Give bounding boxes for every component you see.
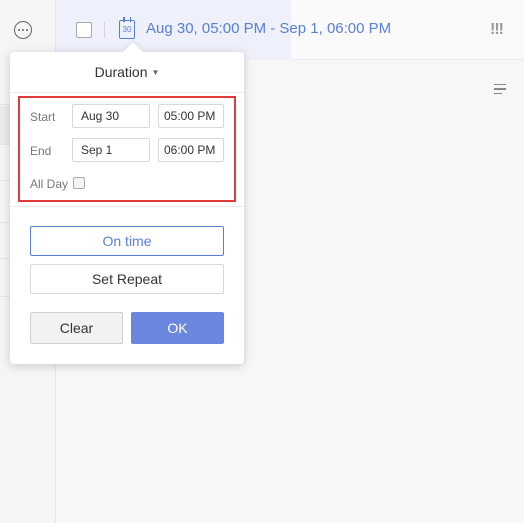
date-range-label[interactable]: Aug 30, 05:00 PM - Sep 1, 06:00 PM [146, 20, 391, 37]
all-day-label: All Day [30, 177, 69, 191]
end-time-field[interactable]: 06:00 PM [158, 138, 224, 162]
all-day-checkbox[interactable] [73, 177, 85, 189]
priority-icon[interactable]: !!! [490, 21, 504, 39]
end-date-field[interactable]: Sep 1 [72, 138, 150, 162]
start-date-field[interactable]: Aug 30 [72, 104, 150, 128]
on-time-button[interactable]: On time [30, 226, 224, 256]
ok-button[interactable]: OK [131, 312, 224, 344]
start-label: Start [30, 110, 56, 124]
clear-button[interactable]: Clear [30, 312, 123, 344]
date-popover: Duration ▼ Start Aug 30 05:00 PM End Sep … [10, 42, 244, 364]
task-complete-checkbox[interactable] [76, 22, 92, 38]
duration-tab-label: Duration [94, 64, 148, 80]
header-divider [104, 22, 105, 38]
menu-lines-icon[interactable] [494, 84, 506, 97]
calendar-icon[interactable]: 30 [119, 17, 135, 39]
start-time-field[interactable]: 05:00 PM [158, 104, 224, 128]
popover-divider [10, 206, 244, 207]
more-options-icon[interactable] [14, 21, 32, 39]
end-label: End [30, 144, 52, 158]
calendar-icon-day: 30 [122, 25, 132, 34]
popover-divider [10, 92, 244, 93]
set-repeat-button[interactable]: Set Repeat [30, 264, 224, 294]
duration-tab[interactable]: Duration ▼ [10, 64, 244, 80]
caret-down-icon: ▼ [151, 68, 160, 77]
